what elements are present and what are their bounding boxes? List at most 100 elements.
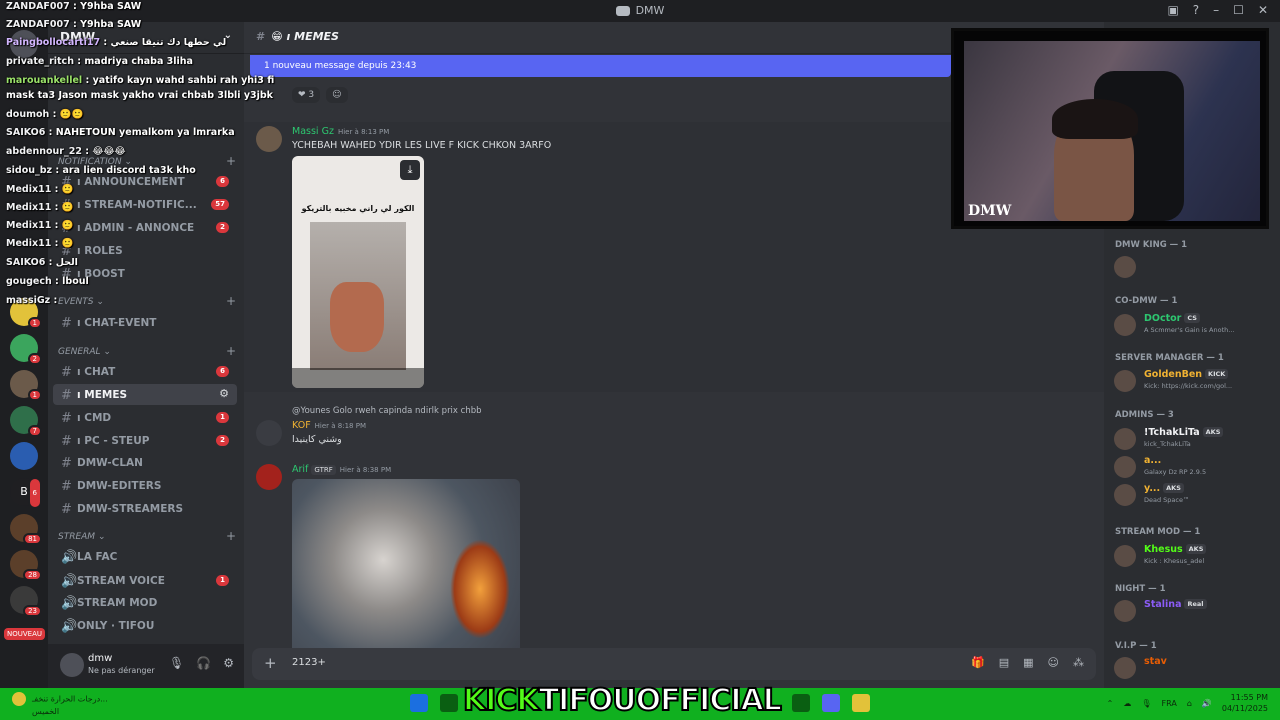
channel-item[interactable]: 🔊LA FAC xyxy=(53,546,237,567)
category-header[interactable]: GENERAL ⌄ + xyxy=(58,344,236,358)
member-item[interactable]: Stalina Real xyxy=(1114,598,1274,624)
channel-item[interactable]: 🔊STREAM VOICE 1 xyxy=(53,570,237,591)
webcam-overlay: DMW xyxy=(951,28,1269,229)
channel-label: DMW-CLAN xyxy=(77,457,143,469)
member-item[interactable]: stav xyxy=(1114,655,1274,681)
composer-input[interactable]: 2123+ xyxy=(292,657,326,668)
maximize-button[interactable]: ☐ xyxy=(1233,3,1244,17)
member-category: SERVER MANAGER — 1 xyxy=(1115,353,1224,363)
close-button[interactable]: ✕ xyxy=(1258,3,1268,17)
windows-start-icon[interactable] xyxy=(410,694,428,712)
sticker-icon[interactable]: ▦ xyxy=(1023,656,1033,669)
minimize-button[interactable]: – xyxy=(1213,3,1219,17)
avatar[interactable] xyxy=(256,126,282,152)
microphone-icon[interactable]: 🎙 xyxy=(1141,699,1151,708)
member-item[interactable] xyxy=(1114,254,1274,280)
settings-gear-icon[interactable]: ⚙ xyxy=(223,656,234,670)
channel-item[interactable]: # ı ROLES xyxy=(53,240,237,261)
new-messages-bar[interactable]: 1 nouveau message depuis 23:43 xyxy=(250,55,951,77)
category-header[interactable]: EVENTS ⌄ + xyxy=(58,294,236,308)
message-composer[interactable]: + 2123+ 🎁 ▤ ▦ ☺ ⁂ xyxy=(252,648,1096,680)
discord-app-icon[interactable] xyxy=(822,694,840,712)
reply-preview[interactable]: @Younes Golo rweh capinda ndirlk prix ch… xyxy=(292,406,482,416)
overlay-chat-line: Paingbollocarti17 : لي حطها دك تنيقا صنع… xyxy=(6,37,227,48)
microphone-icon[interactable]: 🎙 xyxy=(169,656,184,670)
video-controls[interactable] xyxy=(292,368,424,388)
channel-item[interactable]: 🔊STREAM MOD xyxy=(53,592,237,613)
server-icon[interactable]: 28 xyxy=(10,550,42,581)
channel-item[interactable]: # DMW-CLAN xyxy=(53,452,237,473)
video-attachment[interactable]: ⤓ الكور لي راني مخبيه بالتريكو xyxy=(292,156,424,388)
message-author[interactable]: Arif xyxy=(292,464,308,475)
server-icon[interactable]: 81 xyxy=(10,514,42,545)
channel-item[interactable]: # ı CHAT-EVENT xyxy=(53,312,237,333)
channel-label: DMW-EDITERS xyxy=(77,480,162,492)
channel-item[interactable]: # ı ADMIN - ANNONCE 2 xyxy=(53,217,237,238)
channel-item[interactable]: 🔊ONLY · TIFOU xyxy=(53,615,237,636)
member-item[interactable]: !TchakLiTa AKS kick_TchakLiTa xyxy=(1114,426,1274,452)
overlay-chat-line: ZANDAF007 : Y9hba SAW xyxy=(6,1,142,12)
search-icon[interactable] xyxy=(440,694,458,712)
member-item[interactable]: a... Galaxy Dz RP 2.9.5 xyxy=(1114,454,1274,480)
member-item[interactable]: y... AKS Dead Space™ xyxy=(1114,482,1274,508)
channel-item[interactable]: # DMW-EDITERS xyxy=(53,475,237,496)
server-icon[interactable]: B6 xyxy=(10,477,42,509)
channel-item[interactable]: # ı CMD 1 xyxy=(53,407,237,428)
headphones-icon[interactable]: 🎧 xyxy=(196,656,211,670)
member-category: STREAM MOD — 1 xyxy=(1115,527,1201,537)
member-item[interactable]: GoldenBen KICK Kick: https://kick.com/gol.… xyxy=(1114,368,1274,394)
webcam-logo: DMW xyxy=(968,203,1012,219)
server-icon[interactable] xyxy=(10,442,38,470)
add-channel-icon[interactable]: + xyxy=(226,529,236,543)
apps-icon[interactable]: ⁂ xyxy=(1073,656,1084,669)
member-item[interactable]: DOctor CS A Scmmer's Gain is Anoth... xyxy=(1114,312,1274,338)
volume-icon[interactable]: 🔊 xyxy=(1202,699,1212,708)
overlay-chat-line: Medix11 : 🙂 xyxy=(6,202,74,213)
message-author[interactable]: KOF xyxy=(292,420,311,431)
heart-reaction[interactable]: ❤ 3 xyxy=(292,87,321,103)
inbox-icon[interactable]: ▣ xyxy=(1167,3,1178,17)
message-author[interactable]: Massi Gz xyxy=(292,126,334,137)
channel-label: ROLES xyxy=(84,245,123,257)
download-icon[interactable]: ⤓ xyxy=(400,160,420,180)
member-name: Stalina xyxy=(1144,599,1182,610)
channel-label: DMW-STREAMERS xyxy=(77,503,184,515)
avatar[interactable] xyxy=(256,420,282,446)
new-badge[interactable]: NOUVEAU xyxy=(4,628,45,640)
server-icon[interactable]: 1 xyxy=(10,370,42,401)
help-icon[interactable]: ? xyxy=(1193,3,1199,17)
member-item[interactable]: Khesus AKS Kick : Khesus_adel xyxy=(1114,543,1274,569)
category-header[interactable]: Stream ⌄ + xyxy=(58,529,236,543)
server-icon[interactable]: 2 xyxy=(10,334,42,365)
image-attachment[interactable] xyxy=(292,479,520,659)
app-icon[interactable] xyxy=(852,694,870,712)
app-icon[interactable] xyxy=(792,694,810,712)
chevron-up-icon[interactable]: ⌃ xyxy=(1107,699,1114,708)
channel-item[interactable]: # ı MEMES ⚙ xyxy=(53,384,237,405)
add-channel-icon[interactable]: + xyxy=(226,154,236,168)
channel-sidebar: DMW ⌄ NOTIFICATION ⌄ + EVENTS ⌄ + GENERAL ⌄ + S… xyxy=(48,22,244,688)
avatar[interactable] xyxy=(60,653,84,677)
clock[interactable]: 11:55 PM 04/11/2025 xyxy=(1222,692,1268,714)
add-channel-icon[interactable]: + xyxy=(226,344,236,358)
gift-icon[interactable]: 🎁 xyxy=(971,656,985,669)
cloud-icon[interactable]: ☁ xyxy=(1123,699,1131,708)
add-reaction-icon[interactable]: ☺ xyxy=(326,87,348,103)
language-indicator[interactable]: FRA xyxy=(1162,699,1177,708)
channel-item[interactable]: # ı CHAT 6 xyxy=(53,361,237,382)
weather-widget[interactable]: درجات الحرارة تنخفـ... الخميس xyxy=(12,692,108,717)
gif-icon[interactable]: ▤ xyxy=(999,656,1009,669)
server-icon[interactable]: 7 xyxy=(10,406,42,437)
network-icon[interactable]: ⌂ xyxy=(1187,699,1192,708)
server-icon[interactable]: 23 xyxy=(10,586,42,617)
channel-item[interactable]: # ı STREAM-NOTIFIC... 57 xyxy=(53,194,237,215)
channel-settings-icon[interactable]: ⚙ xyxy=(219,387,229,400)
add-attachment-icon[interactable]: + xyxy=(264,654,277,672)
channel-item[interactable]: # ı PC - STEUP 2 xyxy=(53,430,237,451)
avatar xyxy=(1114,545,1136,567)
avatar[interactable] xyxy=(256,464,282,490)
overlay-message: الحل xyxy=(55,257,78,268)
emoji-icon[interactable]: ☺ xyxy=(1048,656,1059,669)
add-channel-icon[interactable]: + xyxy=(226,294,236,308)
channel-item[interactable]: # DMW-STREAMERS xyxy=(53,498,237,519)
